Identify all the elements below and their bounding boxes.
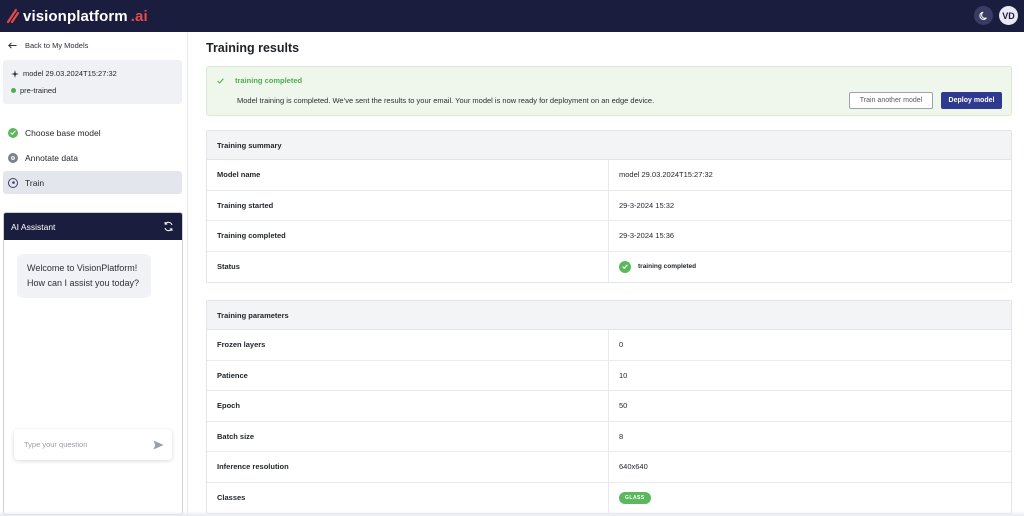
deploy-model-button[interactable]: Deploy model xyxy=(941,92,1002,109)
question-input-box xyxy=(14,429,172,460)
table-row: Training completed 29-3-2024 15:36 xyxy=(207,221,1011,252)
page-title: Training results xyxy=(206,41,300,55)
back-label: Back to My Models xyxy=(25,41,89,50)
table-row: Frozen layers 0 xyxy=(207,330,1011,361)
avatar[interactable]: VD xyxy=(999,6,1018,25)
moon-icon xyxy=(978,11,987,20)
top-navbar: visionplatform .ai VD xyxy=(0,0,1024,32)
back-to-models-link[interactable]: Back to My Models xyxy=(8,41,88,50)
bottom-fade xyxy=(0,511,1024,516)
model-status: pre-trained xyxy=(20,86,57,95)
success-alert: training completed Model training is com… xyxy=(206,66,1012,116)
row-value: model 29.03.2024T15:27:32 xyxy=(619,170,713,180)
train-another-model-button[interactable]: Train another model xyxy=(849,92,933,109)
table-heading: Training summary xyxy=(207,131,1011,160)
row-key: Model name xyxy=(207,160,609,190)
logo-text: visionplatform xyxy=(23,7,128,25)
row-value: 29-3-2024 15:32 xyxy=(619,200,675,210)
row-value: 8 xyxy=(619,431,624,441)
question-input[interactable] xyxy=(24,440,144,449)
step-annotate-data[interactable]: Annotate data xyxy=(3,146,182,169)
row-key: Classes xyxy=(207,482,609,513)
table-row: Model name model 29.03.2024T15:27:32 xyxy=(207,160,1011,191)
row-key: Patience xyxy=(207,360,609,390)
alert-title: training completed xyxy=(235,76,303,85)
row-value: 50 xyxy=(619,401,628,411)
ai-assistant-header: AI Assistant xyxy=(4,213,182,240)
class-tag: GLASS xyxy=(619,491,651,504)
sparkle-icon xyxy=(11,69,19,78)
table-heading: Training parameters xyxy=(207,301,1011,330)
assistant-greeting-bubble: Welcome to VisionPlatform! How can I ass… xyxy=(17,254,151,298)
step-label: Annotate data xyxy=(25,152,78,163)
step-label: Train xyxy=(25,177,45,188)
step-label: Choose base model xyxy=(25,127,101,138)
table-row: Patience 10 xyxy=(207,360,1011,391)
row-key: Batch size xyxy=(207,421,609,451)
step-train[interactable]: Train xyxy=(3,171,182,194)
training-summary-table: Training summary Model name model 29.03.… xyxy=(206,130,1012,283)
logo-suffix: .ai xyxy=(130,7,148,25)
model-card: model 29.03.2024T15:27:32 pre-trained xyxy=(3,60,182,104)
row-key: Training completed xyxy=(207,221,609,251)
training-parameters-table: Training parameters Frozen layers 0 Pati… xyxy=(206,300,1012,514)
ai-assistant-title: AI Assistant xyxy=(11,221,56,232)
classes-value: GLASS xyxy=(609,483,1011,514)
status-value: training completed xyxy=(609,252,1011,283)
table-row: Classes GLASS xyxy=(207,482,1011,514)
greeting-line-1: Welcome to VisionPlatform! xyxy=(27,263,138,273)
check-circle-icon xyxy=(619,260,631,273)
status-text: training completed xyxy=(638,263,697,271)
check-circle-icon xyxy=(8,127,18,138)
gear-icon xyxy=(8,152,18,163)
row-key: Training started xyxy=(207,190,609,220)
step-list: Choose base model Annotate data Train xyxy=(3,121,182,196)
table-row: Status training completed xyxy=(207,251,1011,283)
row-value: 29-3-2024 15:36 xyxy=(619,231,675,241)
row-key: Epoch xyxy=(207,391,609,421)
refresh-icon[interactable] xyxy=(163,221,174,232)
gear-icon xyxy=(8,177,18,188)
table-row: Epoch 50 xyxy=(207,391,1011,422)
row-value: 10 xyxy=(619,370,628,380)
row-key: Frozen layers xyxy=(207,330,609,360)
send-icon[interactable] xyxy=(153,440,164,450)
model-name: model 29.03.2024T15:27:32 xyxy=(23,69,117,78)
step-choose-base-model[interactable]: Choose base model xyxy=(3,121,182,144)
row-key: Status xyxy=(207,251,609,282)
arrow-left-icon xyxy=(8,42,17,49)
row-value: 640x640 xyxy=(619,462,648,472)
status-dot-icon xyxy=(11,88,16,93)
greeting-line-2: How can I assist you today? xyxy=(27,278,140,288)
row-value: 0 xyxy=(619,340,624,350)
logo-mark-icon xyxy=(6,8,20,24)
alert-message: Model training is completed. We’ve sent … xyxy=(237,96,655,105)
main-content: Training results training completed Mode… xyxy=(206,32,1012,516)
row-key: Inference resolution xyxy=(207,452,609,482)
ai-assistant-panel: AI Assistant Welcome to VisionPlatform! … xyxy=(3,212,183,515)
table-row: Inference resolution 640x640 xyxy=(207,452,1011,483)
table-row: Batch size 8 xyxy=(207,421,1011,452)
table-row: Training started 29-3-2024 15:32 xyxy=(207,190,1011,221)
theme-toggle-button[interactable] xyxy=(974,6,993,25)
sidebar: Back to My Models model 29.03.2024T15:27… xyxy=(0,32,188,516)
check-icon xyxy=(217,77,224,84)
logo[interactable]: visionplatform .ai xyxy=(6,8,148,25)
